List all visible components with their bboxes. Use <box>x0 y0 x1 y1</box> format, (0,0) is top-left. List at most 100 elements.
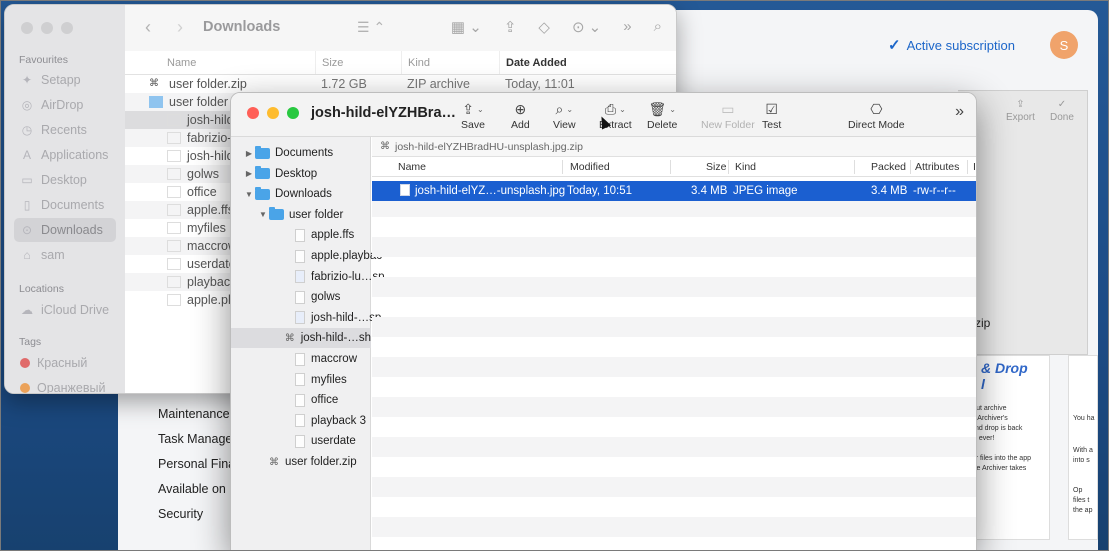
file-name: golws <box>187 167 219 181</box>
folder-icon <box>255 166 270 180</box>
sidebar-item-applications[interactable]: A Applications <box>14 143 116 167</box>
zoom-button[interactable] <box>287 107 299 119</box>
list-view-icon[interactable]: ☰ ⌃ <box>357 19 385 36</box>
file-kind: ZIP archive <box>407 77 470 91</box>
sidebar-item-recents[interactable]: ◷ Recents <box>14 118 116 142</box>
promo2-line: You ha <box>1073 415 1095 422</box>
category-item[interactable]: Personal Fina <box>158 452 235 477</box>
column-size[interactable]: Size <box>315 51 401 74</box>
close-button[interactable] <box>247 107 259 119</box>
tree-item[interactable]: playback 3 <box>231 411 366 431</box>
finder-toolbar: ‹ › Downloads ☰ ⌃ ▦ ⌄ ⇪ ◇ ⊙ ⌄ » ⌕ <box>125 5 676 51</box>
empty-row <box>372 237 976 257</box>
tree-item[interactable]: ▶ Documents <box>231 143 333 163</box>
disclosure-closed-icon[interactable]: ▶ <box>243 149 255 158</box>
file-icon <box>295 434 305 448</box>
archive-path-bar: ⌘ josh-hild-elYZHBradHU-unsplash.jpg.zip <box>372 137 976 157</box>
tree-item[interactable]: ⌘ josh-hild-…sh <box>231 328 371 349</box>
tree-item[interactable]: josh-hild-…sp <box>231 308 381 328</box>
toolbar-label: Delete <box>647 119 678 131</box>
sidebar-item-documents[interactable]: ▯ Documents <box>14 193 116 217</box>
zoom-button[interactable] <box>61 22 73 34</box>
category-item[interactable]: Maintenance <box>158 402 235 427</box>
sidebar-tag-orange[interactable]: Оранжевый <box>14 376 116 394</box>
tree-item[interactable]: office <box>231 390 338 410</box>
share-icon[interactable]: ⇪ <box>504 18 517 36</box>
column-kind[interactable]: Kind <box>401 51 499 74</box>
sidebar-item-sam[interactable]: ⌂ sam <box>14 243 116 267</box>
column-attributes[interactable]: Attributes <box>915 157 959 177</box>
tree-item-label: josh-hild-…sh <box>300 332 371 345</box>
column-extra[interactable]: I <box>973 157 976 177</box>
tree-item[interactable]: apple.ffs <box>231 225 354 245</box>
sidebar-item-icloud[interactable]: ☁ iCloud Drive <box>14 298 116 322</box>
sidebar-item-label: Оранжевый <box>37 381 106 394</box>
tree-item-label: user folder.zip <box>285 456 357 468</box>
minimize-button[interactable] <box>267 107 279 119</box>
tag-icon[interactable]: ◇ <box>538 18 550 36</box>
empty-row <box>372 257 976 277</box>
avatar[interactable]: S <box>1050 31 1078 59</box>
forward-icon[interactable]: › <box>177 17 183 38</box>
file-icon <box>167 222 181 234</box>
delete-button[interactable]: 🗑 ⌄ Delete <box>647 99 678 132</box>
archive-row-selected[interactable]: josh-hild-elYZ…-unsplash.jpg Today, 10:5… <box>372 181 976 201</box>
delete-icon: 🗑 <box>648 100 667 117</box>
test-button[interactable]: ☑ Test <box>762 99 781 132</box>
column-name[interactable]: Name <box>125 51 315 74</box>
sidebar-item-setapp[interactable]: ✦ Setapp <box>14 68 116 92</box>
category-item[interactable]: Security <box>158 502 235 527</box>
disclosure-open-icon[interactable]: ▼ <box>243 190 255 199</box>
chevron-double-right-icon[interactable]: » <box>955 103 964 121</box>
subscription-status[interactable]: ✓ Active subscription <box>888 36 1015 54</box>
view-button[interactable]: ⌕ ⌄ View <box>553 99 576 132</box>
column-packed[interactable]: Packed <box>871 157 906 177</box>
chevron-down-icon: ⌄ <box>669 104 676 114</box>
save-button[interactable]: ⇪ ⌄ Save <box>461 99 485 132</box>
back-icon[interactable]: ‹ <box>145 17 151 38</box>
file-name: user folder.zip <box>169 77 247 91</box>
disclosure-open-icon[interactable]: ▼ <box>257 210 269 219</box>
minimize-button[interactable] <box>41 22 53 34</box>
close-button[interactable] <box>21 22 33 34</box>
finder-row[interactable]: ⌘ user folder.zip 1.72 GB ZIP archive Today,… <box>125 75 676 93</box>
add-button[interactable]: ⊕ Add <box>511 99 530 132</box>
category-item[interactable]: Task Manage <box>158 427 235 452</box>
chevron-right-icon[interactable]: » <box>623 18 631 36</box>
file-icon <box>295 290 305 304</box>
tree-item[interactable]: apple.playbac <box>231 246 382 266</box>
tree-item[interactable]: ▼ Downloads <box>231 184 332 204</box>
column-date-added[interactable]: Date Added <box>499 51 675 74</box>
file-packed: 3.4 MB <box>871 185 908 197</box>
archiver-window: josh-hild-elYZHBra… ⇪ ⌄ Save ⊕ Add ⌕ ⌄ View ⎙ ⌄ Ex… <box>230 92 977 551</box>
tree-item-label: Desktop <box>275 167 318 180</box>
disclosure-closed-icon[interactable]: ▶ <box>243 169 255 178</box>
tree-item[interactable]: golws <box>231 287 340 307</box>
applications-icon: A <box>22 148 31 162</box>
tree-item[interactable]: myfiles <box>231 370 347 390</box>
zip-icon: ⌘ <box>284 332 295 344</box>
category-item[interactable]: Available on i <box>158 477 235 502</box>
tree-item[interactable]: ▼ user folder <box>231 205 343 225</box>
sidebar-tag-red[interactable]: Красный <box>14 351 116 375</box>
column-kind[interactable]: Kind <box>735 157 756 177</box>
file-icon <box>167 258 181 270</box>
tree-item[interactable]: userdate <box>231 431 356 451</box>
tree-item[interactable]: maccrow <box>231 349 357 369</box>
tree-item-label: user folder <box>289 208 344 221</box>
column-name[interactable]: Name <box>398 157 426 177</box>
sidebar-item-airdrop[interactable]: ◎ AirDrop <box>14 93 116 117</box>
group-icon[interactable]: ▦ ⌄ <box>451 18 482 36</box>
direct-mode-button[interactable]: ⎔ Direct Mode <box>848 99 905 132</box>
search-icon[interactable]: ⌕ <box>654 18 662 36</box>
column-size[interactable]: Size <box>706 157 726 177</box>
new-folder-button[interactable]: ▭ New Folder <box>701 99 755 132</box>
test-icon: ☑ <box>765 100 778 117</box>
column-modified[interactable]: Modified <box>570 157 610 177</box>
sidebar-item-downloads[interactable]: ⊙ Downloads <box>14 218 116 242</box>
tree-item[interactable]: ⌘ user folder.zip <box>231 452 357 472</box>
more-icon[interactable]: ⊙ ⌄ <box>572 18 601 36</box>
tree-item[interactable]: fabrizio-lu…sp <box>231 267 385 287</box>
sidebar-item-desktop[interactable]: ▭ Desktop <box>14 168 116 192</box>
tree-item[interactable]: ▶ Desktop <box>231 164 317 184</box>
